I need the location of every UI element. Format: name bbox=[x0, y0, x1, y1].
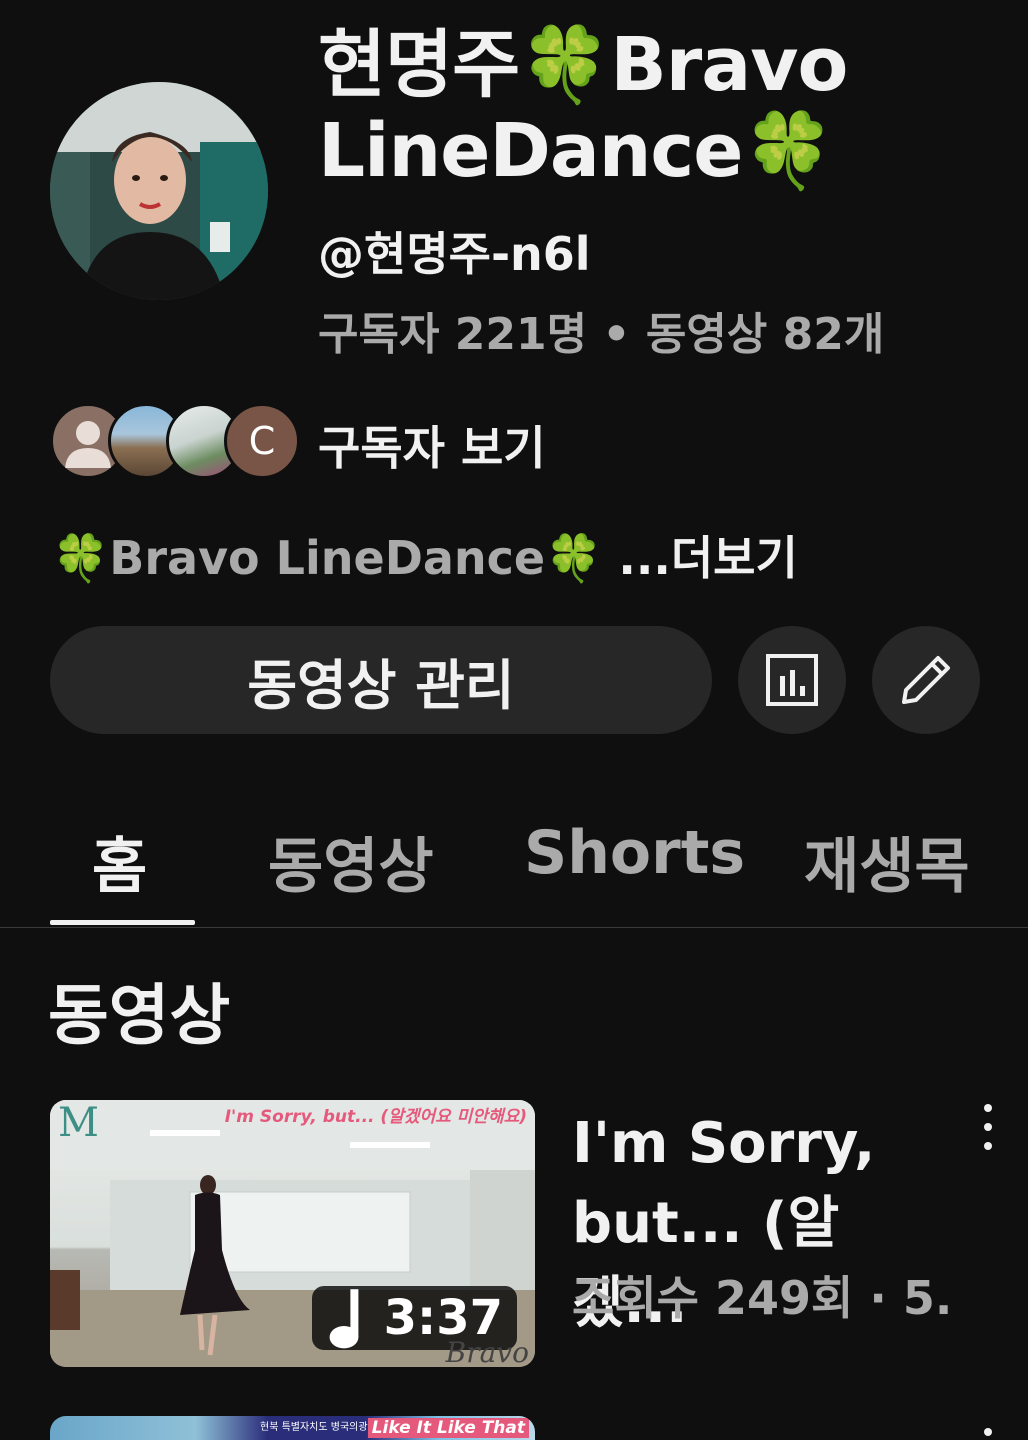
tab-videos[interactable]: 동영상 bbox=[268, 818, 434, 905]
thumbnail-logo: M bbox=[58, 1100, 99, 1146]
analytics-button[interactable] bbox=[738, 626, 846, 734]
clover-icon: 🍀 bbox=[742, 108, 835, 194]
video-meta: 조회수 249회 · 5. bbox=[572, 1271, 952, 1325]
pencil-icon bbox=[902, 656, 950, 704]
more-link: ...더보기 bbox=[618, 531, 798, 585]
clover-icon: 🍀 bbox=[519, 22, 611, 108]
channel-handle: @현명주-n6l bbox=[318, 227, 591, 281]
more-options-icon[interactable] bbox=[984, 1428, 992, 1436]
more-options-icon[interactable] bbox=[975, 1104, 1001, 1150]
tab-playlists[interactable]: 재생목 bbox=[804, 818, 970, 905]
thumbnail-caption: I'm Sorry, but... (알겠어요 미안해요) bbox=[224, 1107, 527, 1127]
tab-home[interactable]: 홈 bbox=[92, 818, 147, 905]
channel-stats: 구독자 221명 • 동영상 82개 bbox=[318, 309, 885, 360]
thumbnail-caption: Like It Like That bbox=[367, 1418, 529, 1438]
tab-shorts[interactable]: Shorts bbox=[524, 818, 745, 888]
channel-title: 현명주🍀Bravo LineDance🍀 bbox=[318, 22, 848, 194]
music-note-icon bbox=[329, 1289, 359, 1349]
channel-description[interactable]: 🍀Bravo LineDance🍀 ...더보기 bbox=[52, 522, 798, 588]
edit-channel-button[interactable] bbox=[872, 626, 980, 734]
manage-videos-button[interactable]: 동영상 관리 bbox=[50, 626, 712, 734]
subscriber-avatar: C bbox=[224, 403, 300, 479]
thumbnail-brand: Bravo bbox=[445, 1336, 529, 1367]
channel-avatar[interactable] bbox=[50, 82, 268, 300]
section-title: 동영상 bbox=[48, 977, 231, 1054]
analytics-icon bbox=[766, 654, 818, 706]
tabs-divider bbox=[0, 927, 1028, 928]
video-thumbnail[interactable]: M I'm Sorry, but... (알겠어요 미안해요) 3:37 Bra… bbox=[50, 1100, 535, 1367]
view-subscribers-link[interactable]: 구독자 보기 bbox=[318, 412, 546, 478]
subscriber-avatars[interactable]: C bbox=[50, 403, 300, 479]
video-thumbnail[interactable]: 현북 특별자치도 병국의광역파단 Like It Like That bbox=[50, 1416, 535, 1440]
active-tab-indicator bbox=[50, 920, 195, 925]
